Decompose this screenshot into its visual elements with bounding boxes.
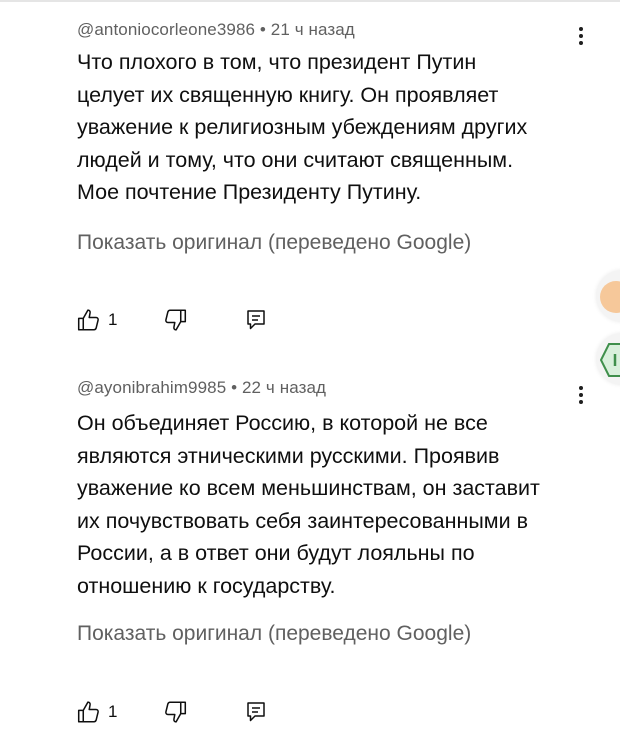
thumb-down-icon <box>165 701 187 723</box>
comment-actions: 1 <box>76 697 376 727</box>
floating-hexagon-icon[interactable] <box>600 343 620 377</box>
comment-author[interactable]: @ayonibrahim9985 <box>77 378 226 397</box>
comment-author[interactable]: @antoniocorleone3986 <box>77 20 255 39</box>
meta-separator: • <box>231 378 238 397</box>
thumb-down-icon <box>165 309 187 331</box>
comment-item: @ayonibrahim9985 • 22 ч назад Он объедин… <box>0 368 620 738</box>
comment-item: @antoniocorleone3986 • 21 ч назад Что пл… <box>0 0 620 368</box>
thumb-up-icon <box>77 309 99 331</box>
comment-text-line: целует их священную книгу. Он проявляет <box>77 82 499 107</box>
comment-text-line: людей и тому, что они считают священным. <box>77 147 514 172</box>
like-button[interactable]: 1 <box>76 305 117 335</box>
comment-actions: 1 <box>76 305 376 335</box>
show-original-link[interactable]: Показать оригинал (переведено Google) <box>77 231 471 255</box>
comments-page: @antoniocorleone3986 • 21 ч назад Что пл… <box>0 0 620 738</box>
comment-text-line: отношению к государству. <box>77 573 336 598</box>
more-vert-icon[interactable] <box>570 21 592 51</box>
comment-time: 21 ч назад <box>270 20 355 39</box>
thumb-up-icon <box>77 701 99 723</box>
dislike-button[interactable] <box>162 697 188 727</box>
comment-text-line: являются этническими русскими. Проявив <box>77 443 500 468</box>
like-count: 1 <box>108 310 118 329</box>
comment-text-line: Что плохого в том, что президент Путин <box>77 50 477 74</box>
comment-text-line: их почувствовать себя заинтересованными … <box>77 508 528 533</box>
like-button[interactable]: 1 <box>76 697 117 727</box>
comment-meta: @ayonibrahim9985 • 22 ч назад <box>77 378 326 398</box>
comment-meta: @antoniocorleone3986 • 21 ч назад <box>77 20 355 40</box>
comment-text: Он объединяет Россию, в которой не все я… <box>77 407 567 602</box>
comment-text-line: уважение ко всем меньшинствам, он застав… <box>77 476 540 500</box>
like-count: 1 <box>108 702 118 721</box>
comment-text-line: уважение к религиозным убеждениям других <box>77 115 528 139</box>
reply-button[interactable] <box>244 305 268 335</box>
more-vert-icon[interactable] <box>570 380 592 410</box>
dislike-button[interactable] <box>162 305 188 335</box>
show-original-link[interactable]: Показать оригинал (переведено Google) <box>77 622 471 646</box>
comment-text-line: Мое почтение Президенту Путину. <box>77 180 422 204</box>
reply-icon <box>247 702 265 722</box>
reply-icon <box>247 310 265 330</box>
reply-button[interactable] <box>244 697 268 727</box>
meta-separator: • <box>259 20 266 39</box>
comment-text-line: Он объединяет Россию, в которой не все <box>77 411 488 435</box>
comment-text-line: России, а в ответ они будут лояльны по <box>77 541 475 565</box>
comment-time: 22 ч назад <box>242 378 327 397</box>
comment-text: Что плохого в том, что президент Путин ц… <box>77 46 567 209</box>
